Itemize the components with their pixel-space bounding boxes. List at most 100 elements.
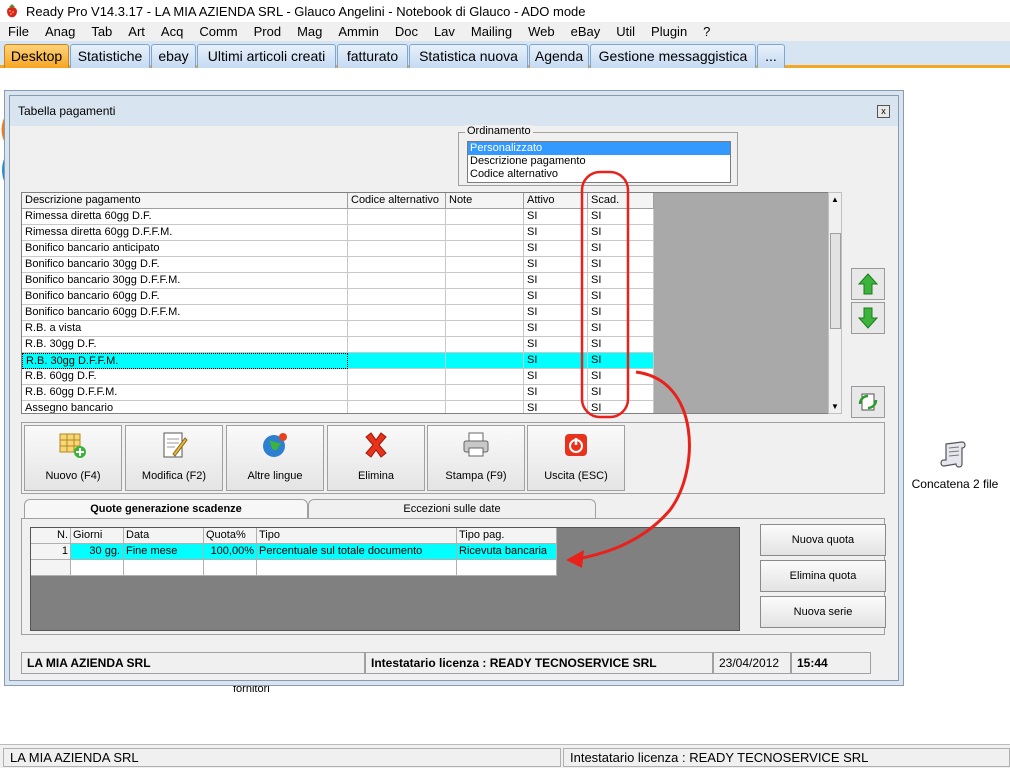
cell-scad[interactable]: SI [588,209,654,225]
cell-note[interactable] [446,385,524,401]
tab-gestione-messaggistica[interactable]: Gestione messaggistica [590,44,756,68]
cell-codice[interactable] [348,273,446,289]
quote-cell-giorni[interactable]: 30 gg. [71,544,124,560]
cell-scad[interactable]: SI [588,321,654,337]
menu-mag[interactable]: Mag [289,24,330,39]
quote-col-data[interactable]: Data [124,528,204,544]
cell-desc[interactable]: Assegno bancario [22,401,348,413]
desktop-icon-concatena[interactable]: Concatena 2 file [905,438,1005,491]
cell-note[interactable] [446,369,524,385]
column-header-scad[interactable]: Scad. [588,193,654,209]
quote-col-n[interactable]: N. [31,528,71,544]
cell-note[interactable] [446,225,524,241]
menu-doc[interactable]: Doc [387,24,426,39]
menu-web[interactable]: Web [520,24,563,39]
grid-vertical-scrollbar[interactable]: ▲ ▼ [828,192,842,414]
cell-attivo[interactable]: SI [524,305,588,321]
cell-scad[interactable]: SI [588,353,654,369]
tab-ultimi-articoli[interactable]: Ultimi articoli creati [197,44,336,68]
move-down-button[interactable] [851,302,885,334]
table-row[interactable]: Bonifico bancario 30gg D.F. SI SI [22,257,654,273]
cell-note[interactable] [446,209,524,225]
menu-anag[interactable]: Anag [37,24,83,39]
scrollbar-thumb[interactable] [830,233,841,329]
table-row[interactable]: Rimessa diretta 60gg D.F. SI SI [22,209,654,225]
cell-scad[interactable]: SI [588,337,654,353]
table-row[interactable]: Bonifico bancario 60gg D.F.F.M. SI SI [22,305,654,321]
quote-cell-quota[interactable]: 100,00% [204,544,257,560]
table-row[interactable]: Rimessa diretta 60gg D.F.F.M. SI SI [22,225,654,241]
scroll-up-icon[interactable]: ▲ [829,194,841,206]
cell-scad[interactable]: SI [588,257,654,273]
cell-codice[interactable] [348,305,446,321]
cell-attivo[interactable]: SI [524,337,588,353]
elimina-quota-button[interactable]: Elimina quota [760,560,886,592]
cell-attivo[interactable]: SI [524,369,588,385]
ordinamento-option[interactable]: Descrizione pagamento [468,155,730,168]
cell-note[interactable] [446,353,524,369]
nuova-quota-button[interactable]: Nuova quota [760,524,886,556]
cell-attivo[interactable]: SI [524,321,588,337]
uscita-button[interactable]: Uscita (ESC) [527,425,625,491]
table-row[interactable]: R.B. 60gg D.F. SI SI [22,369,654,385]
cell-scad[interactable]: SI [588,401,654,413]
menu-ammin[interactable]: Ammin [330,24,386,39]
menu-art[interactable]: Art [120,24,153,39]
cell-desc[interactable]: Rimessa diretta 60gg D.F.F.M. [22,225,348,241]
quote-cell-data[interactable]: Fine mese [124,544,204,560]
menu-util[interactable]: Util [608,24,643,39]
quote-col-tipo[interactable]: Tipo [257,528,457,544]
menu-plugin[interactable]: Plugin [643,24,695,39]
cell-note[interactable] [446,273,524,289]
cell-attivo[interactable]: SI [524,289,588,305]
nuovo-button[interactable]: Nuovo (F4) [24,425,122,491]
tab-more[interactable]: ... [757,44,785,68]
refresh-button[interactable] [851,386,885,418]
cell-attivo[interactable]: SI [524,273,588,289]
cell-desc[interactable]: Bonifico bancario 60gg D.F.F.M. [22,305,348,321]
close-icon[interactable]: x [877,105,890,118]
modifica-button[interactable]: Modifica (F2) [125,425,223,491]
cell-attivo[interactable]: SI [524,401,588,413]
altre-lingue-button[interactable]: Altre lingue [226,425,324,491]
menu-file[interactable]: File [0,24,37,39]
nuova-serie-button[interactable]: Nuova serie [760,596,886,628]
cell-note[interactable] [446,321,524,337]
tab-ebay[interactable]: ebay [151,44,196,68]
tab-eccezioni-date[interactable]: Eccezioni sulle date [308,499,596,519]
menu-help[interactable]: ? [695,24,718,39]
cell-desc[interactable]: Bonifico bancario 30gg D.F.F.M. [22,273,348,289]
menu-comm[interactable]: Comm [191,24,245,39]
cell-desc[interactable]: Bonifico bancario anticipato [22,241,348,257]
cell-note[interactable] [446,241,524,257]
cell-attivo[interactable]: SI [524,225,588,241]
cell-desc[interactable]: R.B. 60gg D.F. [22,369,348,385]
cell-desc[interactable]: R.B. 30gg D.F. [22,337,348,353]
desktop-icon-label-fornitori[interactable]: fornitori [233,683,270,695]
quote-empty-cell[interactable] [457,560,557,576]
cell-scad[interactable]: SI [588,225,654,241]
tab-agenda[interactable]: Agenda [529,44,589,68]
cell-codice[interactable] [348,289,446,305]
cell-attivo[interactable]: SI [524,385,588,401]
cell-desc[interactable]: R.B. 30gg D.F.F.M. [22,353,348,369]
cell-note[interactable] [446,257,524,273]
table-row[interactable]: R.B. 30gg D.F.F.M. SI SI [22,353,654,369]
menu-tab[interactable]: Tab [83,24,120,39]
cell-note[interactable] [446,401,524,413]
table-row[interactable]: R.B. 30gg D.F. SI SI [22,337,654,353]
cell-scad[interactable]: SI [588,289,654,305]
table-row[interactable]: Bonifico bancario 30gg D.F.F.M. SI SI [22,273,654,289]
table-row[interactable]: R.B. a vista SI SI [22,321,654,337]
move-up-button[interactable] [851,268,885,300]
cell-scad[interactable]: SI [588,385,654,401]
quote-col-quota[interactable]: Quota% [204,528,257,544]
cell-attivo[interactable]: SI [524,353,588,369]
cell-desc[interactable]: R.B. a vista [22,321,348,337]
quote-cell-tipo-pag[interactable]: Ricevuta bancaria [457,544,557,560]
cell-scad[interactable]: SI [588,305,654,321]
quote-empty-cell[interactable] [124,560,204,576]
column-header-codice[interactable]: Codice alternativo [348,193,446,209]
cell-attivo[interactable]: SI [524,241,588,257]
quote-empty-cell[interactable] [204,560,257,576]
